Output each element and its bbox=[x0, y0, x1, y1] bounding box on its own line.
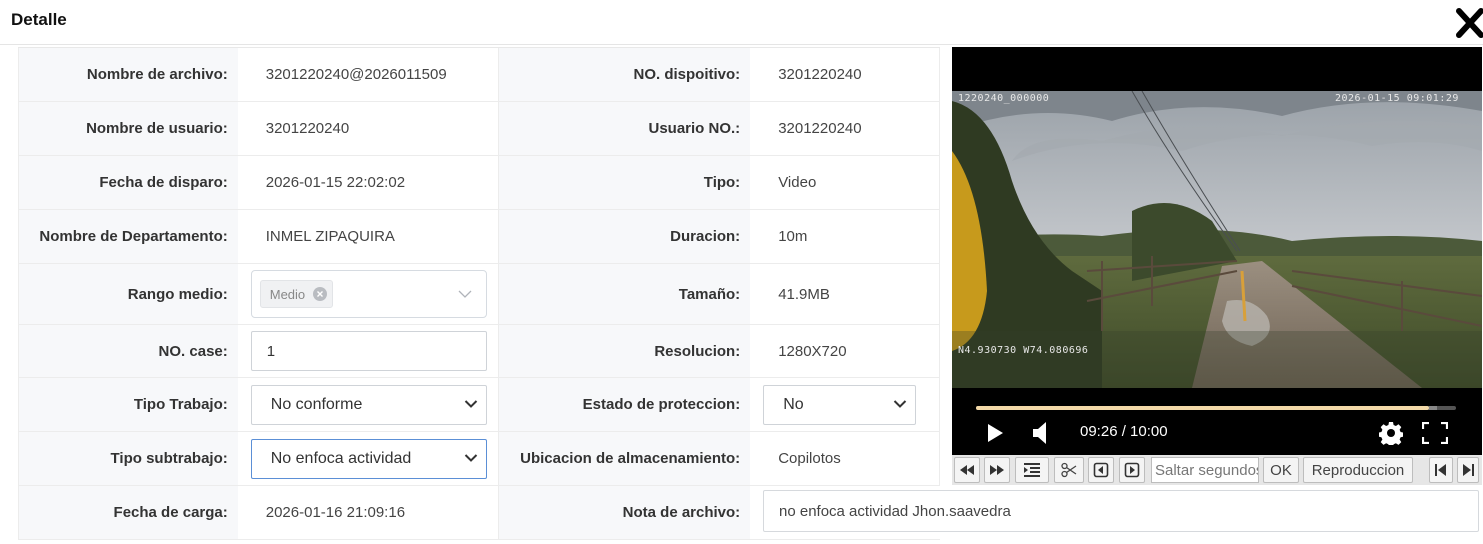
osd-datetime: 2026-01-15 09:01:29 bbox=[1335, 93, 1459, 104]
value-usuario-no: 3201220240 bbox=[750, 102, 940, 155]
value-duracion: 10m bbox=[750, 210, 940, 263]
rango-medio-tag-label: Medio bbox=[269, 286, 306, 302]
chevron-down-icon bbox=[458, 290, 472, 298]
value-departamento: INMEL ZIPAQUIRA bbox=[237, 210, 500, 263]
estado-proteccion-value: No bbox=[783, 395, 804, 413]
rewind-icon bbox=[960, 465, 974, 475]
estado-proteccion-cell: No bbox=[750, 378, 940, 431]
label-fecha-carga: Fecha de carga: bbox=[19, 486, 238, 539]
value-ubicacion: Copilotos bbox=[750, 432, 940, 485]
label-no-dispositivo: NO. dispoitivo: bbox=[499, 48, 751, 101]
label-fecha-disparo: Fecha de disparo: bbox=[19, 156, 238, 209]
value-tipo: Video bbox=[750, 156, 940, 209]
chevron-down-icon bbox=[893, 399, 907, 408]
value-fecha-carga: 2026-01-16 21:09:16 bbox=[237, 486, 500, 539]
dialog-title: Detalle bbox=[11, 10, 67, 29]
fullscreen-icon[interactable] bbox=[1422, 422, 1448, 444]
playback-button[interactable]: Reproduccion bbox=[1303, 457, 1413, 483]
no-case-cell: 1 bbox=[237, 325, 500, 377]
video-frame-image bbox=[952, 91, 1482, 388]
label-estado-proteccion: Estado de proteccion: bbox=[499, 378, 751, 431]
label-usuario-no: Usuario NO.: bbox=[499, 102, 751, 155]
skip-end-button[interactable] bbox=[1457, 457, 1479, 483]
video-player[interactable]: 1220240_000000 2026-01-15 09:01:29 N4.93… bbox=[952, 47, 1482, 455]
tipo-trabajo-select[interactable]: No conforme bbox=[250, 384, 487, 425]
rango-medio-tag: Medio bbox=[259, 280, 334, 308]
no-case-input[interactable]: 1 bbox=[250, 331, 487, 371]
table-row: Rango medio: Medio Tamaño: 41.9MB bbox=[18, 264, 940, 325]
close-icon[interactable] bbox=[1456, 8, 1483, 38]
table-row: Nombre de archivo: 3201220240@2026011509… bbox=[18, 48, 940, 102]
remove-tag-icon[interactable] bbox=[313, 287, 328, 301]
player-toolbar: Saltar segundos OK Reproduccion bbox=[952, 455, 1482, 485]
seek-bar-progress bbox=[976, 406, 1429, 410]
label-tamano: Tamaño: bbox=[499, 264, 751, 324]
table-row: Nombre de Departamento: INMEL ZIPAQUIRA … bbox=[18, 210, 940, 264]
value-resolucion: 1280X720 bbox=[750, 325, 940, 377]
osd-gps: N4.930730 W74.080696 bbox=[958, 345, 1089, 356]
table-row: Fecha de disparo: 2026-01-15 22:02:02 Ti… bbox=[18, 156, 940, 210]
label-departamento: Nombre de Departamento: bbox=[19, 210, 238, 263]
time-display: 09:26 / 10:00 bbox=[1080, 423, 1168, 440]
volume-icon[interactable] bbox=[1032, 422, 1048, 444]
detail-table: Nombre de archivo: 3201220240@2026011509… bbox=[18, 47, 940, 540]
skip-end-icon bbox=[1463, 464, 1474, 476]
ok-button[interactable]: OK bbox=[1263, 457, 1299, 483]
label-nombre-usuario: Nombre de usuario: bbox=[19, 102, 238, 155]
prev-frame-button[interactable] bbox=[1088, 457, 1114, 483]
seek-bar-buffered bbox=[1428, 406, 1437, 410]
video-frame[interactable]: 1220240_000000 2026-01-15 09:01:29 N4.93… bbox=[952, 91, 1482, 388]
rewind-button[interactable] bbox=[954, 457, 980, 483]
label-no-case: NO. case: bbox=[19, 325, 238, 377]
tipo-subtrabajo-select[interactable]: No enfoca actividad bbox=[250, 438, 487, 479]
settings-gear-icon[interactable] bbox=[1379, 421, 1403, 445]
chevron-down-icon bbox=[464, 453, 477, 462]
skip-start-button[interactable] bbox=[1429, 457, 1453, 483]
label-tipo-trabajo: Tipo Trabajo: bbox=[19, 378, 238, 431]
table-row: Tipo subtrabajo: No enfoca actividad Ubi… bbox=[18, 432, 940, 486]
label-tipo: Tipo: bbox=[499, 156, 751, 209]
seek-bar[interactable] bbox=[976, 406, 1456, 410]
next-frame-button[interactable] bbox=[1119, 457, 1145, 483]
chevron-down-icon bbox=[464, 399, 477, 408]
label-ubicacion: Ubicacion de almacenamiento: bbox=[499, 432, 751, 485]
osd-device: 1220240_000000 bbox=[958, 93, 1050, 104]
dialog-header: Detalle bbox=[0, 0, 1483, 45]
seek-seconds-input[interactable]: Saltar segundos bbox=[1151, 457, 1259, 483]
next-frame-icon bbox=[1124, 462, 1140, 478]
label-rango-medio: Rango medio: bbox=[19, 264, 238, 324]
tipo-trabajo-value: No conforme bbox=[270, 395, 363, 413]
value-tamano: 41.9MB bbox=[750, 264, 940, 324]
label-nombre-archivo: Nombre de archivo: bbox=[19, 48, 238, 101]
list-button[interactable] bbox=[1015, 457, 1049, 483]
skip-start-icon bbox=[1435, 464, 1446, 476]
label-tipo-subtrabajo: Tipo subtrabajo: bbox=[19, 432, 238, 485]
rango-medio-select[interactable]: Medio bbox=[250, 270, 487, 318]
label-duracion: Duracion: bbox=[499, 210, 751, 263]
fast-forward-button[interactable] bbox=[984, 457, 1010, 483]
tipo-subtrabajo-value: No enfoca actividad bbox=[270, 449, 412, 467]
value-nombre-archivo: 3201220240@2026011509 bbox=[237, 48, 500, 101]
value-no-dispositivo: 3201220240 bbox=[750, 48, 940, 101]
table-row: Nombre de usuario: 3201220240 Usuario NO… bbox=[18, 102, 940, 156]
tipo-trabajo-cell: No conforme bbox=[237, 378, 500, 431]
value-nombre-usuario: 3201220240 bbox=[237, 102, 500, 155]
nota-archivo-input[interactable]: no enfoca actividad Jhon.saavedra bbox=[763, 490, 1479, 532]
prev-frame-icon bbox=[1093, 462, 1109, 478]
estado-proteccion-select[interactable]: No bbox=[763, 384, 917, 425]
tipo-subtrabajo-cell: No enfoca actividad bbox=[237, 432, 500, 485]
rango-medio-cell: Medio bbox=[237, 264, 500, 324]
play-icon[interactable] bbox=[987, 424, 1003, 442]
table-row: Tipo Trabajo: No conforme Estado de prot… bbox=[18, 378, 940, 432]
label-resolucion: Resolucion: bbox=[499, 325, 751, 377]
scissors-icon bbox=[1061, 462, 1077, 478]
cut-button[interactable] bbox=[1054, 457, 1084, 483]
list-indent-icon bbox=[1024, 463, 1040, 477]
value-fecha-disparo: 2026-01-15 22:02:02 bbox=[237, 156, 500, 209]
fast-forward-icon bbox=[990, 465, 1004, 475]
label-nota-archivo: Nota de archivo: bbox=[499, 486, 751, 539]
table-row: NO. case: 1 Resolucion: 1280X720 bbox=[18, 325, 940, 378]
